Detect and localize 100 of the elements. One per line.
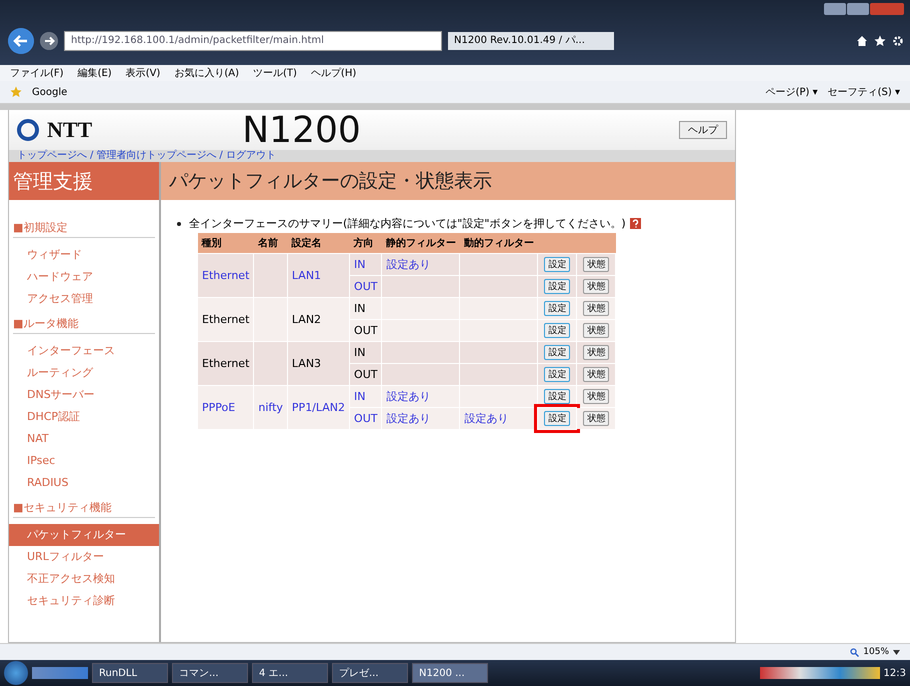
clock: 12:3 <box>884 668 906 678</box>
settings-button[interactable]: 設定 <box>544 367 570 382</box>
sidebar-item[interactable]: RADIUS <box>9 472 159 494</box>
table-cell: nifty <box>254 386 288 430</box>
menu-item[interactable]: ファイル(F) <box>10 66 64 80</box>
column-header: 静的フィルター <box>382 233 460 254</box>
column-header: 方向 <box>350 233 382 254</box>
system-tray-icon[interactable] <box>760 667 880 679</box>
static-filter-cell: 設定あり <box>382 254 460 276</box>
type-link[interactable]: PPPoE <box>198 386 254 430</box>
breadcrumb-link[interactable]: トップページへ <box>17 150 87 161</box>
settings-button[interactable]: 設定 <box>544 301 570 316</box>
command-menu[interactable]: セーフティ(S) ▾ <box>828 85 900 99</box>
help-button[interactable]: ヘルプ <box>679 121 727 139</box>
sidebar-item[interactable]: アクセス管理 <box>9 288 159 310</box>
favorites-star-icon[interactable] <box>10 86 22 98</box>
sidebar-item[interactable]: ハードウェア <box>9 266 159 288</box>
settings-button[interactable]: 設定 <box>544 345 570 360</box>
settings-button[interactable]: 設定 <box>544 279 570 294</box>
taskbar-button[interactable]: プレゼ... <box>332 663 408 683</box>
browser-tab[interactable]: N1200 Rev.10.01.49 / パ... <box>448 32 614 50</box>
settings-button[interactable]: 設定 <box>544 257 570 272</box>
static-filter-cell: 設定あり <box>382 386 460 408</box>
status-button[interactable]: 状態 <box>583 389 610 404</box>
summary-text: 全インターフェースのサマリー(詳細な内容については"設定"ボタンを押してください。) <box>189 216 626 231</box>
sidebar-item[interactable]: 不正アクセス検知 <box>9 568 159 590</box>
window-controls-icon[interactable] <box>824 3 904 15</box>
menu-item[interactable]: お気に入り(A) <box>174 66 239 80</box>
forward-button-icon[interactable] <box>40 32 58 50</box>
direction-cell: IN <box>350 298 382 320</box>
favorite-link[interactable]: Google <box>32 86 68 98</box>
status-button[interactable]: 状態 <box>583 279 610 294</box>
sidebar-item[interactable]: パケットフィルター <box>9 524 159 546</box>
sidebar-item[interactable]: DHCP認証 <box>9 406 159 428</box>
model-name: N1200 <box>242 110 361 150</box>
start-button-icon[interactable] <box>4 661 28 685</box>
status-button[interactable]: 状態 <box>583 411 610 426</box>
star-icon[interactable] <box>874 35 886 47</box>
bullet-icon <box>177 222 181 226</box>
sidebar-item[interactable]: DNSサーバー <box>9 384 159 406</box>
setting-link[interactable]: PP1/LAN2 <box>287 386 350 430</box>
logo: NTT <box>17 117 92 143</box>
static-filter-cell: 設定あり <box>382 408 460 430</box>
sidebar-item[interactable]: インターフェース <box>9 340 159 362</box>
home-icon[interactable] <box>856 35 868 47</box>
menu-item[interactable]: 表示(V) <box>126 66 160 80</box>
menu-item[interactable]: 編集(E) <box>78 66 112 80</box>
breadcrumb-separator: / <box>219 150 223 161</box>
zoom-level[interactable]: 105% <box>863 647 889 657</box>
sidebar-heading: ■ルータ機能 <box>13 316 155 334</box>
column-header: 種別 <box>198 233 254 254</box>
page-title: パケットフィルターの設定・状態表示 <box>161 162 735 200</box>
column-header: 動的フィルター <box>460 233 538 254</box>
taskbar-button[interactable]: 4 エ... <box>252 663 328 683</box>
sidebar-item[interactable]: ルーティング <box>9 362 159 384</box>
breadcrumb-link[interactable]: 管理者向けトップページへ <box>96 150 216 161</box>
direction-cell: OUT <box>350 276 382 298</box>
status-button[interactable]: 状態 <box>583 323 610 338</box>
direction-cell: OUT <box>350 320 382 342</box>
menu-item[interactable]: ヘルプ(H) <box>310 66 356 80</box>
table-cell: LAN2 <box>287 298 350 342</box>
address-field[interactable]: http://192.168.100.1/admin/packetfilter/main.html <box>64 31 442 51</box>
sidebar-heading: ■初期設定 <box>13 220 155 238</box>
column-header: 設定名 <box>287 233 350 254</box>
help-icon[interactable] <box>630 218 641 229</box>
breadcrumb-link[interactable]: ログアウト <box>226 150 276 161</box>
setting-link[interactable]: LAN1 <box>287 254 350 298</box>
menu-item[interactable]: ツール(T) <box>253 66 297 80</box>
taskbar-button[interactable]: N1200 ... <box>412 663 488 683</box>
sidebar-item[interactable]: ウィザード <box>9 244 159 266</box>
sidebar-heading: ■セキュリティ機能 <box>13 500 155 518</box>
sidebar-item[interactable]: NAT <box>9 428 159 450</box>
type-link[interactable]: Ethernet <box>198 254 254 298</box>
table-cell: Ethernet <box>198 342 254 386</box>
command-menu[interactable]: ページ(P) ▾ <box>766 85 818 99</box>
direction-cell: IN <box>350 342 382 364</box>
status-button[interactable]: 状態 <box>583 345 610 360</box>
settings-button[interactable]: 設定 <box>544 411 570 426</box>
caret-icon[interactable] <box>893 650 900 654</box>
sidebar-item[interactable]: IPsec <box>9 450 159 472</box>
sidebar-title: 管理支援 <box>9 162 159 200</box>
settings-icon[interactable] <box>892 35 904 47</box>
status-button[interactable]: 状態 <box>583 367 610 382</box>
magnifier-icon[interactable] <box>850 648 860 656</box>
direction-cell: OUT <box>350 408 382 430</box>
sidebar-item[interactable]: セキュリティ診断 <box>9 590 159 612</box>
settings-button[interactable]: 設定 <box>544 323 570 338</box>
settings-button[interactable]: 設定 <box>544 389 570 404</box>
taskbar-button[interactable]: RunDLL <box>92 663 168 683</box>
status-button[interactable]: 状態 <box>583 301 610 316</box>
dynamic-filter-cell: 設定あり <box>460 408 538 430</box>
status-button[interactable]: 状態 <box>583 257 610 272</box>
back-button-icon[interactable] <box>8 28 34 54</box>
column-header: 名前 <box>254 233 288 254</box>
table-cell: LAN3 <box>287 342 350 386</box>
taskbar-button[interactable]: コマン... <box>172 663 248 683</box>
direction-cell: IN <box>350 386 382 408</box>
table-cell: Ethernet <box>198 298 254 342</box>
direction-cell: IN <box>350 254 382 276</box>
sidebar-item[interactable]: URLフィルター <box>9 546 159 568</box>
